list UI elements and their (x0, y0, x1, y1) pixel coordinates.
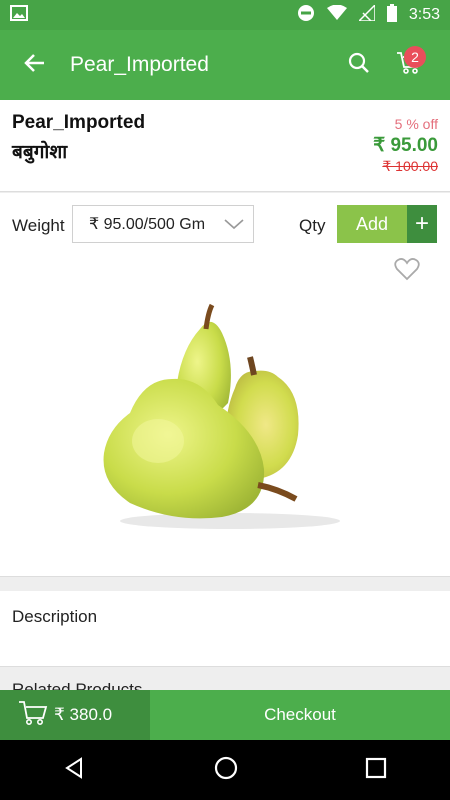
search-button[interactable] (334, 30, 384, 100)
nav-home-icon[interactable] (213, 755, 239, 786)
cart-button[interactable]: 2 (384, 30, 434, 100)
signal-icon (357, 2, 376, 26)
weight-label: Weight (12, 216, 65, 235)
search-icon (348, 52, 370, 79)
qty-label: Qty (299, 216, 326, 235)
wishlist-heart-icon[interactable] (394, 257, 420, 286)
increment-button[interactable]: + (407, 205, 437, 243)
do-not-disturb-icon (297, 4, 315, 27)
discount-label: 5 % off (394, 116, 438, 132)
clock: 3:53 (408, 6, 440, 23)
cart-total-amount: ₹ 380.0 (54, 705, 113, 724)
selling-price: ₹ 95.00 (373, 135, 438, 156)
cart-icon (18, 700, 48, 731)
nav-back-icon[interactable] (63, 756, 87, 785)
app-bar: Pear_Imported 2 (0, 30, 450, 100)
cart-total-button[interactable]: ₹ 380.0 (0, 690, 150, 740)
gallery-icon (10, 4, 28, 26)
battery-icon (386, 3, 397, 27)
weight-dropdown[interactable]: ₹ 95.00/500 Gm (72, 205, 254, 243)
chevron-down-icon (223, 216, 245, 237)
description-label: Description (12, 607, 98, 626)
add-button[interactable]: Add (337, 205, 407, 243)
cart-count-badge: 2 (404, 46, 426, 68)
back-button[interactable] (0, 30, 70, 100)
product-card: Weight ₹ 95.00/500 Gm Qty Add + (0, 193, 450, 577)
description-card[interactable]: Description (0, 591, 450, 667)
product-name: Pear_Imported (12, 112, 146, 133)
wifi-icon (326, 4, 347, 26)
weight-value: ₹ 95.00/500 Gm (89, 216, 206, 233)
product-image (90, 293, 360, 533)
nav-recents-icon[interactable] (365, 757, 387, 784)
mrp-price: ₹ 100.00 (382, 158, 438, 174)
page-title: Pear_Imported (70, 53, 209, 76)
product-header: Pear_Imported बबुगोशा 5 % off ₹ 95.00 ₹ … (0, 100, 450, 192)
bottom-bar: ₹ 380.0 Checkout (0, 690, 450, 740)
arrow-back-icon (24, 52, 46, 79)
product-local-name: बबुगोशा (12, 142, 68, 163)
status-bar: 3:53 (0, 0, 450, 30)
system-nav-bar (0, 740, 450, 800)
checkout-button[interactable]: Checkout (150, 690, 450, 740)
